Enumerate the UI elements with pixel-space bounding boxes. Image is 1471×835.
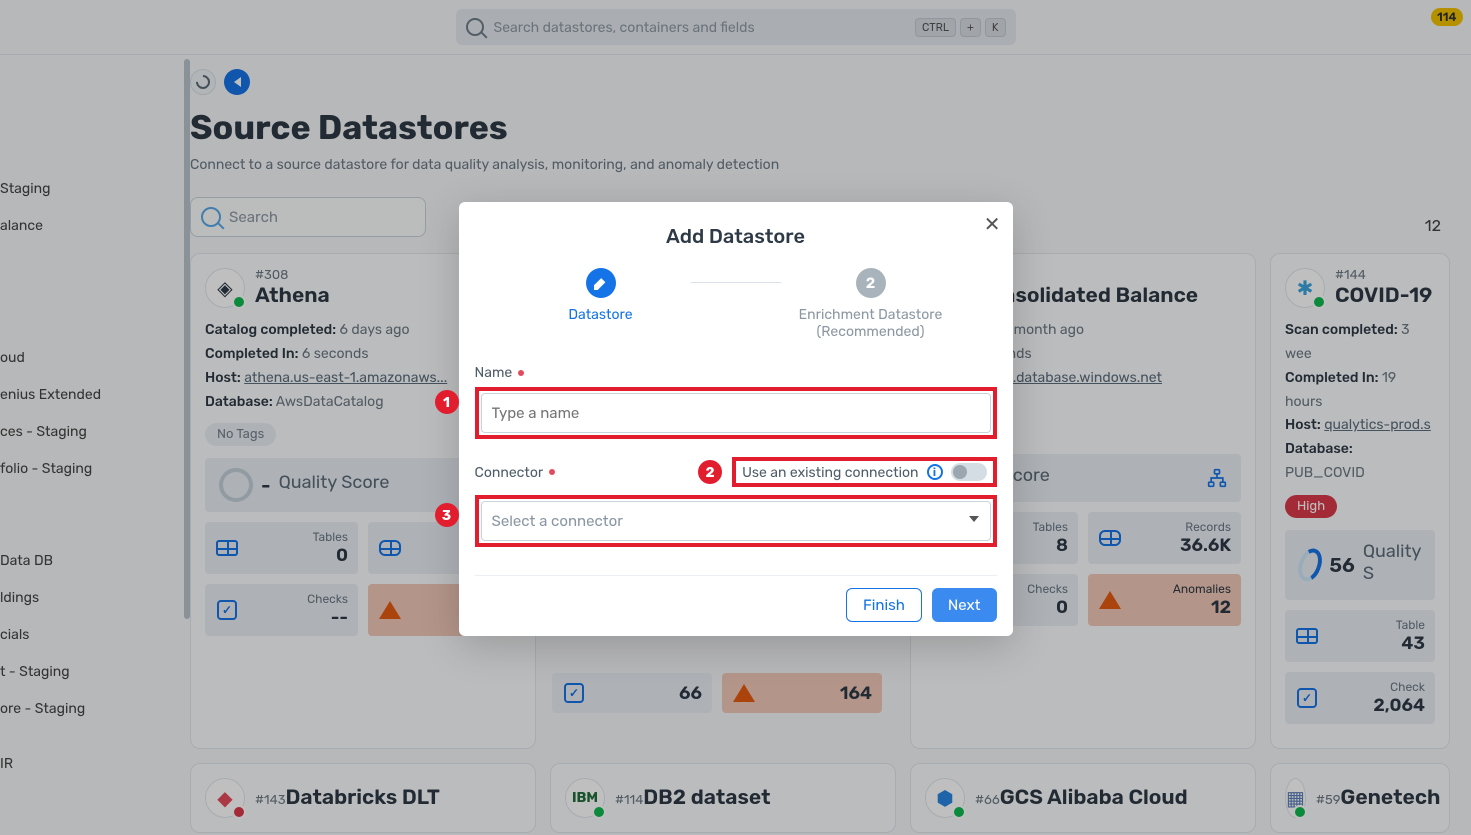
- connector-label: Connector: [475, 464, 544, 481]
- existing-conn-toggle[interactable]: [951, 463, 987, 481]
- name-label: Name: [475, 364, 513, 381]
- info-icon[interactable]: i: [927, 464, 943, 480]
- pencil-icon: [594, 276, 608, 290]
- annotation-2: 2: [698, 460, 722, 484]
- connector-select[interactable]: Select a connector: [481, 501, 991, 541]
- step-datastore[interactable]: Datastore: [511, 268, 691, 323]
- name-input[interactable]: [481, 393, 991, 433]
- modal-title: Add Datastore: [459, 224, 1013, 248]
- existing-conn-label: Use an existing connection: [742, 464, 918, 481]
- annotation-3: 3: [435, 503, 459, 527]
- add-datastore-modal: ✕ Add Datastore Datastore 2 Enrichment D…: [459, 202, 1013, 636]
- step-enrichment[interactable]: 2 Enrichment Datastore(Recommended): [781, 268, 961, 340]
- step-connector: [691, 282, 781, 283]
- next-button[interactable]: Next: [932, 588, 997, 622]
- annotation-1: 1: [435, 390, 459, 414]
- stepper: Datastore 2 Enrichment Datastore(Recomme…: [459, 268, 1013, 340]
- close-button[interactable]: ✕: [984, 212, 1001, 236]
- required-dot-icon: [518, 370, 524, 376]
- finish-button[interactable]: Finish: [846, 588, 922, 622]
- required-dot-icon: [549, 469, 555, 475]
